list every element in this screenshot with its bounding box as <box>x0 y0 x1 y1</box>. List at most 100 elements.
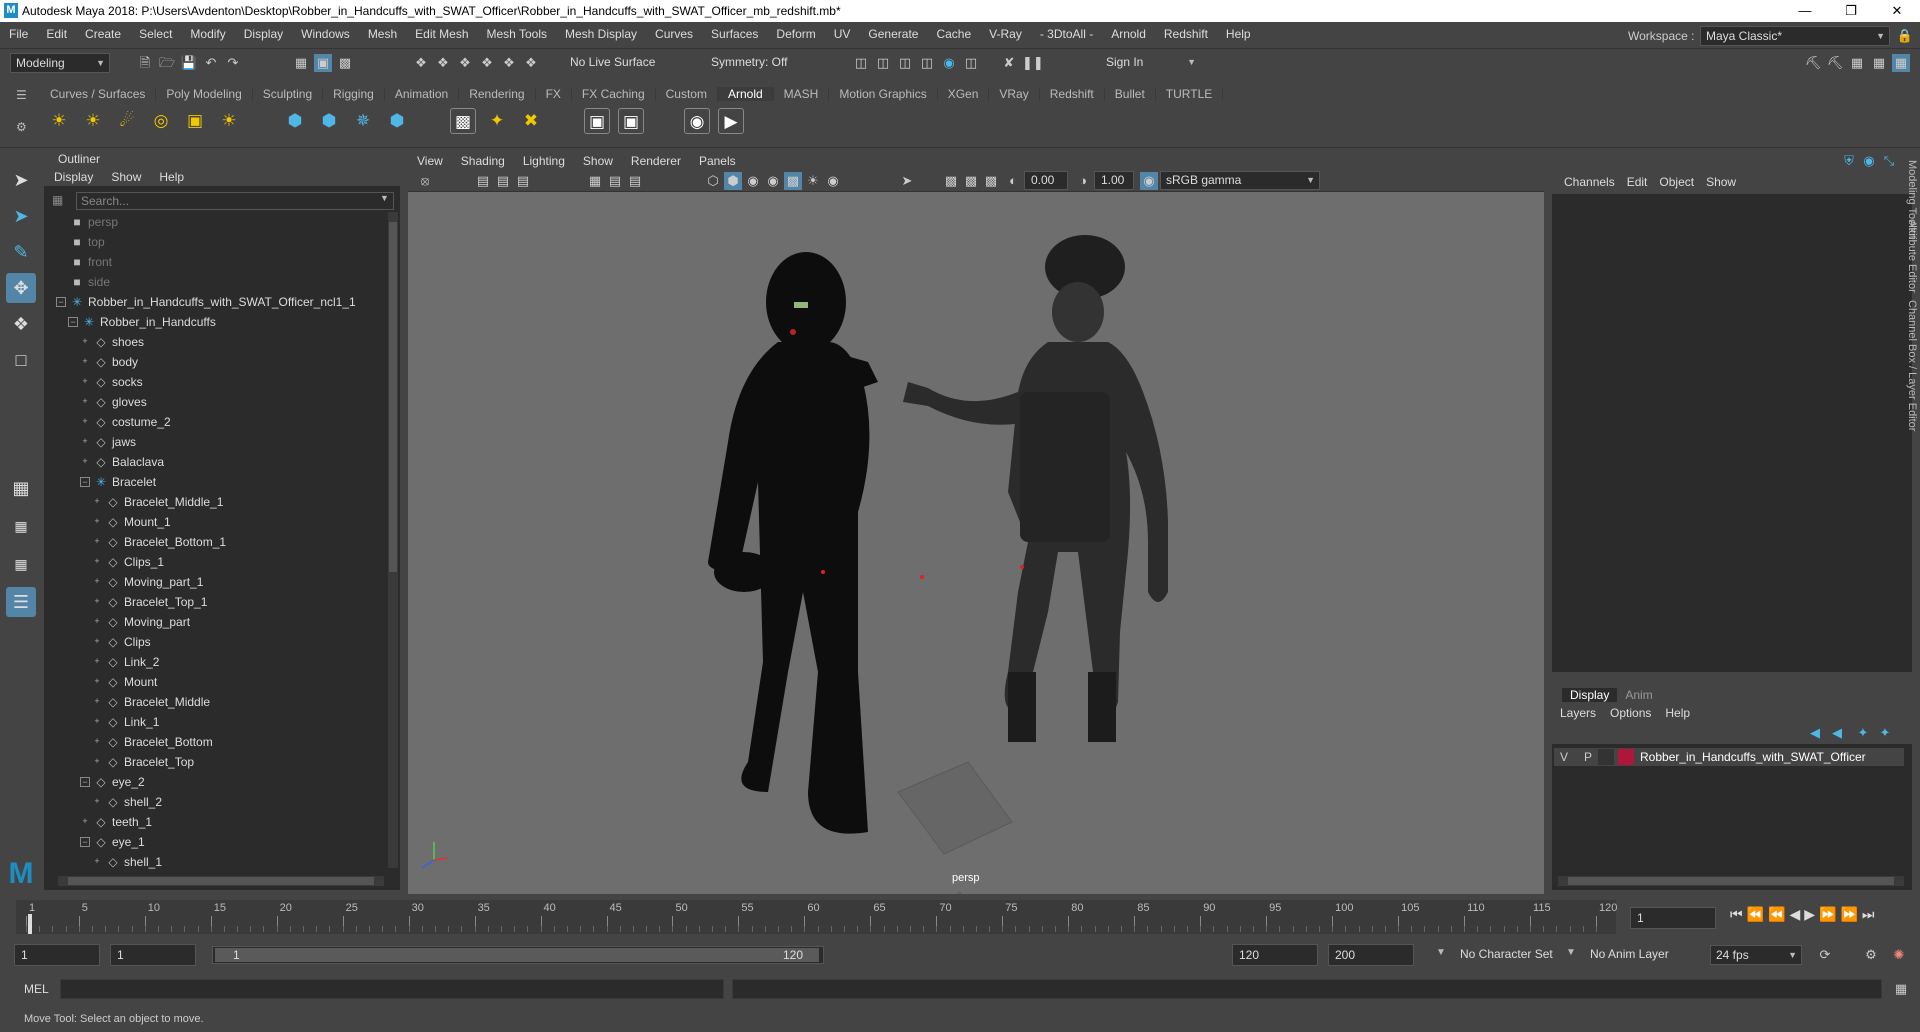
expand-icon[interactable]: + <box>80 397 90 407</box>
expand-icon[interactable]: + <box>92 697 102 707</box>
outliner-item[interactable]: ✳ Bracelet <box>94 472 156 492</box>
persp-outliner-layout-icon[interactable]: ▦ <box>6 549 36 579</box>
shelf-tab-poly-modeling[interactable]: Poly Modeling <box>156 87 253 101</box>
select-by-object-icon[interactable]: ▣ <box>314 54 332 72</box>
current-time-indicator[interactable] <box>28 914 32 934</box>
menu-generate[interactable]: Generate <box>859 27 927 41</box>
menu-uv[interactable]: UV <box>825 27 860 41</box>
tab-display[interactable]: Display <box>1562 688 1618 702</box>
render-view-icon[interactable]: ◫ <box>852 54 870 72</box>
menu-set-dropdown[interactable]: Modeling ▼ <box>10 53 110 73</box>
play-forwards-icon[interactable]: ▶ <box>1804 906 1815 923</box>
paint-select-tool-icon[interactable]: ✎ <box>6 237 36 267</box>
flush-caches-icon[interactable]: ▣ <box>584 108 610 134</box>
four-view-layout-icon[interactable]: ▦ <box>6 511 36 541</box>
outliner-item[interactable]: ◇ shell_2 <box>106 792 162 812</box>
snap-point-icon[interactable]: ❖ <box>456 54 474 72</box>
outliner-item[interactable]: ■ front <box>70 252 112 272</box>
outliner-hscrollbar[interactable] <box>58 876 384 886</box>
collapse-icon[interactable]: − <box>68 317 78 327</box>
auto-key-icon[interactable]: ⚙ <box>1862 946 1880 964</box>
select-camera-icon[interactable]: ⦻ <box>416 172 434 190</box>
shelf-tab-fx[interactable]: FX <box>536 87 572 101</box>
move-layer-up-icon[interactable]: ◀ <box>1806 724 1824 742</box>
sign-in-button[interactable]: Sign In ▼ <box>1082 53 1200 73</box>
char-set-arrow-icon[interactable]: ▼ <box>1436 947 1446 958</box>
go-to-end-icon[interactable]: ⏭ <box>1862 906 1875 923</box>
render-arnold-icon[interactable]: ▩ <box>450 108 476 134</box>
outliner-item[interactable]: ■ side <box>70 272 110 292</box>
open-scene-icon[interactable]: 🗁 <box>158 54 176 72</box>
modeling-toolkit-icon[interactable]: ⛏ <box>1804 54 1822 72</box>
bookmark-icon[interactable]: ▤ <box>494 172 512 190</box>
outliner-item[interactable]: ◇ Bracelet_Middle <box>106 692 210 712</box>
workspace-dropdown[interactable]: Maya Classic* ▼ <box>1700 26 1890 46</box>
layer-type[interactable] <box>1598 749 1614 765</box>
shelf-tab-vray[interactable]: VRay <box>989 87 1040 101</box>
fps-dropdown[interactable]: 24 fps ▼ <box>1710 945 1802 965</box>
menu-cache[interactable]: Cache <box>927 27 980 41</box>
script-editor-icon[interactable]: ▦ <box>1892 980 1910 998</box>
close-icon[interactable]: ✕ <box>1874 0 1920 22</box>
current-frame-field[interactable]: 1 <box>1630 907 1716 929</box>
outliner-item[interactable]: ◇ Moving_part <box>106 612 190 632</box>
photometric-light-icon[interactable]: ☄ <box>114 108 140 134</box>
tx-manager-icon[interactable]: ✖ <box>518 108 544 134</box>
outliner-item[interactable]: ◇ eye_2 <box>94 772 144 792</box>
menu-mesh[interactable]: Mesh <box>359 27 406 41</box>
viewport-menu-view[interactable]: View <box>408 154 452 168</box>
layer-row[interactable]: V P Robber_in_Handcuffs_with_SWAT_Office… <box>1554 748 1904 766</box>
expand-icon[interactable]: + <box>92 517 102 527</box>
pause-ipr-icon[interactable]: ❚❚ <box>1022 54 1044 72</box>
outliner-item[interactable]: ◇ jaws <box>94 432 136 452</box>
expand-icon[interactable]: + <box>80 817 90 827</box>
outliner-item[interactable]: ◇ shell_1 <box>106 852 162 872</box>
create-curve-collector-icon[interactable]: ✵ <box>350 108 376 134</box>
maximize-icon[interactable]: ❐ <box>1828 0 1874 22</box>
menu-3dtoall[interactable]: - 3DtoAll - <box>1031 27 1102 41</box>
menu-windows[interactable]: Windows <box>292 27 359 41</box>
menu-create[interactable]: Create <box>76 27 130 41</box>
outliner-vscrollbar[interactable] <box>388 212 398 868</box>
channel-menu-show[interactable]: Show <box>1706 175 1736 189</box>
render-settings-icon[interactable]: ◫ <box>918 54 936 72</box>
layer-menu-options[interactable]: Options <box>1610 706 1651 720</box>
loop-icon[interactable]: ⟳ <box>1816 946 1834 964</box>
expand-icon[interactable]: + <box>92 617 102 627</box>
outliner-menu-help[interactable]: Help <box>159 170 184 184</box>
hypershade-icon[interactable]: ◉ <box>940 54 958 72</box>
expand-icon[interactable]: + <box>92 557 102 567</box>
color-management-icon[interactable]: ◉ <box>1140 172 1158 190</box>
expand-icon[interactable]: + <box>80 437 90 447</box>
outliner-item[interactable]: ◇ Link_1 <box>106 712 159 732</box>
camera-attributes-icon[interactable]: ▤ <box>474 172 492 190</box>
menu-redshift[interactable]: Redshift <box>1155 27 1217 41</box>
shelf-tab-rendering[interactable]: Rendering <box>459 87 536 101</box>
xray-joints-icon[interactable]: ▩ <box>942 172 960 190</box>
outliner-item[interactable]: ◇ Bracelet_Bottom_1 <box>106 532 226 552</box>
create-stand-in-icon[interactable]: ⬢ <box>316 108 342 134</box>
texture-manager-icon[interactable]: ✦ <box>484 108 510 134</box>
menu-arnold[interactable]: Arnold <box>1102 27 1155 41</box>
snap-grid-icon[interactable]: ❖ <box>412 54 430 72</box>
outliner-item[interactable]: ✳ Robber_in_Handcuffs <box>82 312 216 332</box>
expand-icon[interactable]: + <box>92 577 102 587</box>
live-surface-field[interactable]: No Live Surface <box>565 53 665 73</box>
layer-menu-help[interactable]: Help <box>1665 706 1690 720</box>
outliner-item[interactable]: ✳ Robber_in_Handcuffs_with_SWAT_Officer_n… <box>70 292 356 312</box>
collapse-icon[interactable]: − <box>56 297 66 307</box>
resolution-gate-icon[interactable]: ▤ <box>626 172 644 190</box>
expand-icon[interactable]: + <box>80 337 90 347</box>
channel-menu-channels[interactable]: Channels <box>1564 175 1615 189</box>
menu-modify[interactable]: Modify <box>181 27 234 41</box>
outliner-item[interactable]: ◇ Balaclava <box>94 452 164 472</box>
color-space-dropdown[interactable]: sRGB gamma ▼ <box>1160 171 1320 190</box>
layer-hscrollbar[interactable] <box>1558 876 1904 886</box>
side-tab-channel-box-layer-editor[interactable]: Channel Box / Layer Editor <box>1906 300 1918 431</box>
channel-icon-3[interactable]: ⤡ <box>1880 152 1898 170</box>
outliner-item[interactable]: ◇ Mount_1 <box>106 512 170 532</box>
outliner-item[interactable]: ◇ Link_2 <box>106 652 159 672</box>
expand-icon[interactable]: + <box>92 677 102 687</box>
outliner-item[interactable]: ◇ shoes <box>94 332 144 352</box>
redo-icon[interactable]: ↷ <box>224 54 242 72</box>
